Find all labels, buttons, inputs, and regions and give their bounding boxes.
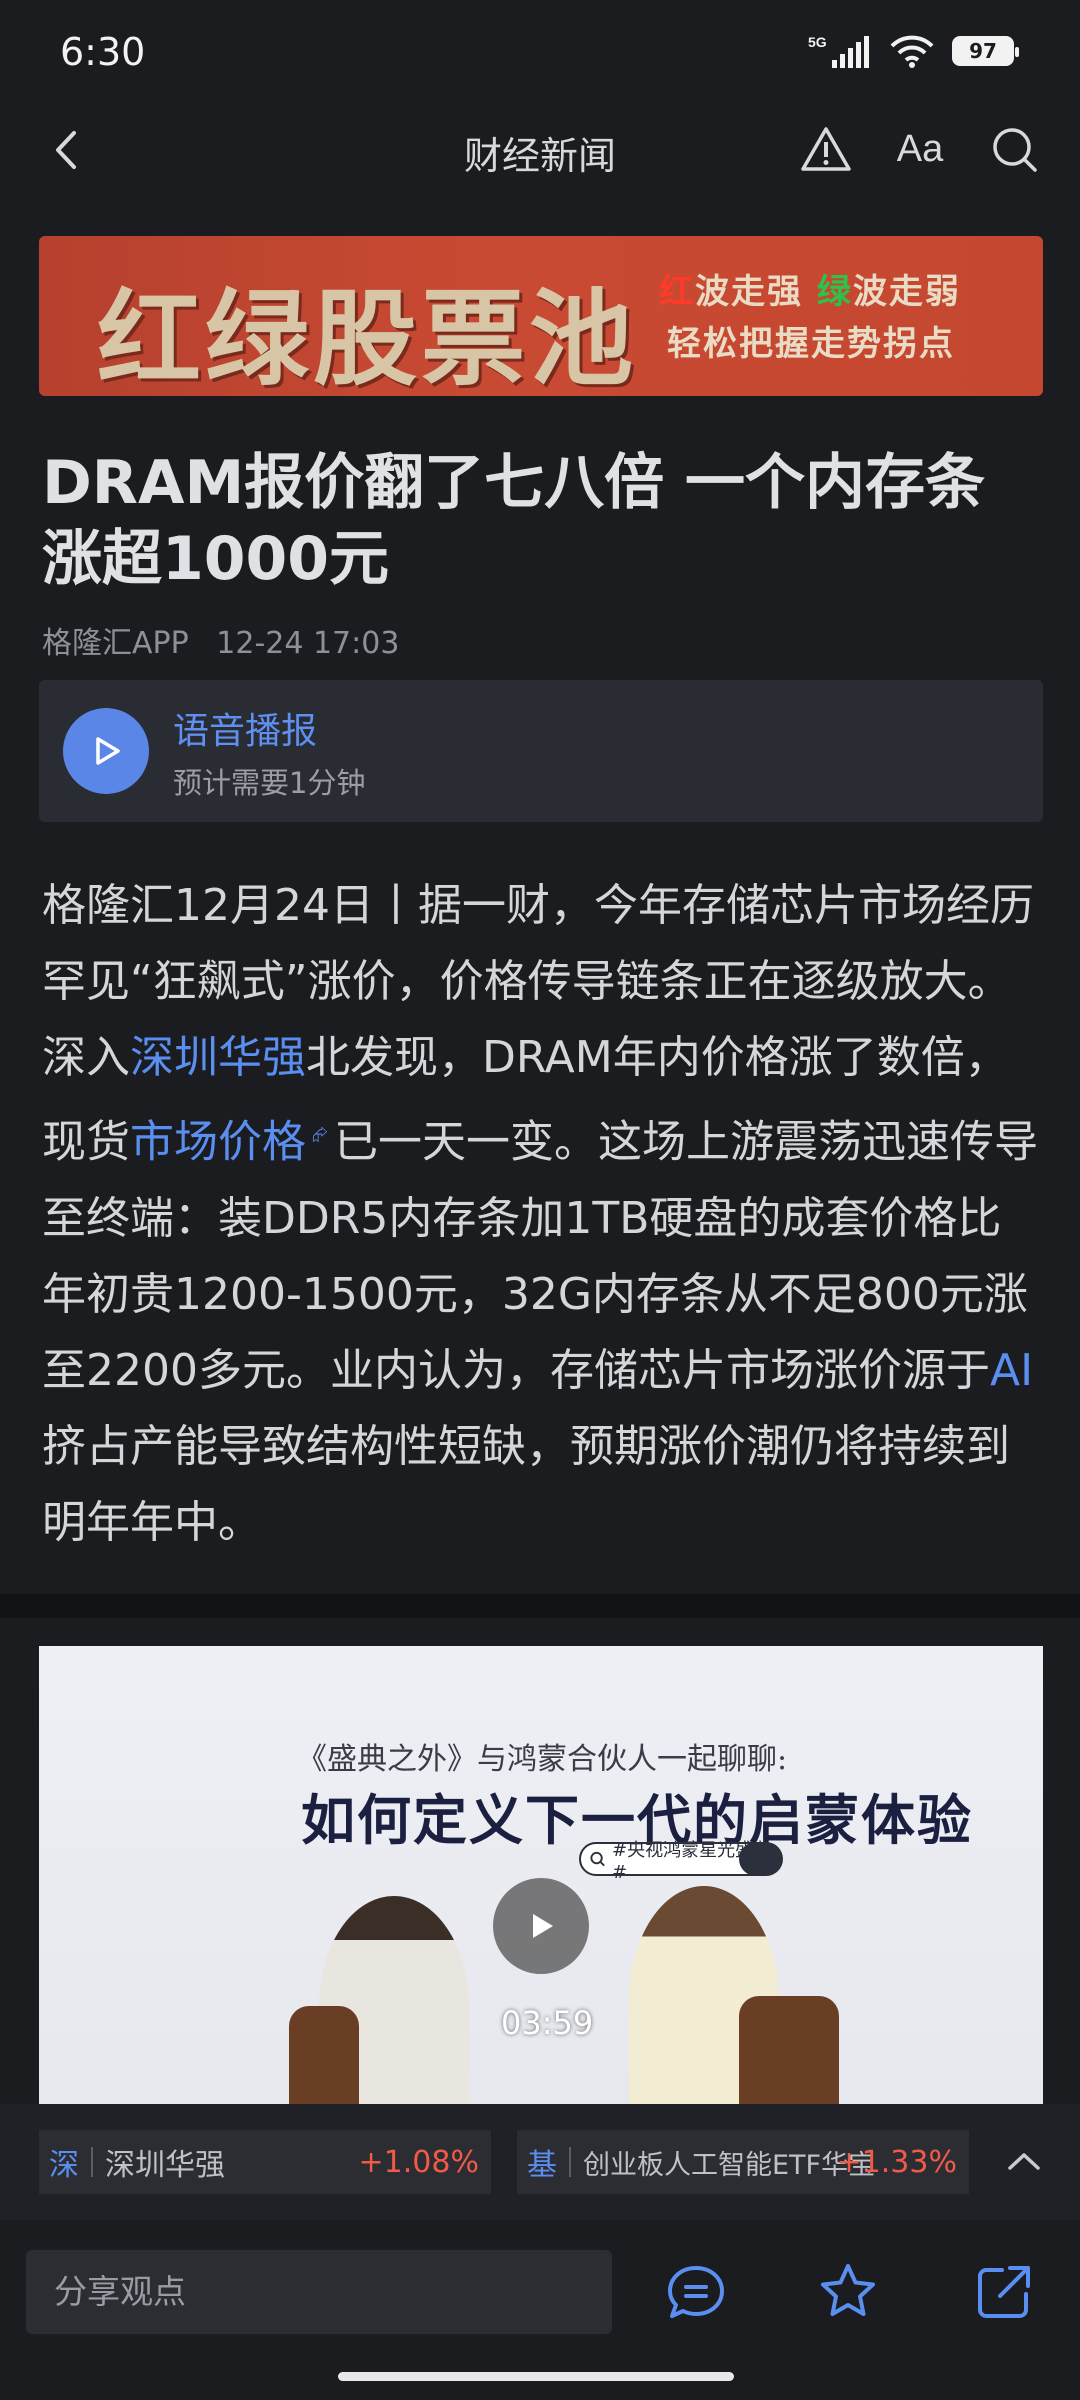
chip-divider — [569, 2147, 571, 2177]
bottom-action-bar: 分享观点 — [0, 2220, 1080, 2360]
video-chair-left — [289, 2006, 359, 2106]
link-marker-icon: ⮳ — [312, 1122, 328, 1146]
video-chair-right — [739, 1996, 839, 2106]
related-stocks-bar: 深 深圳华强 +1.08% 基 创业板人工智能ETF华宝 +1.33% — [0, 2104, 1080, 2220]
share-icon — [978, 2266, 1030, 2318]
article-source: 格隆汇APP — [42, 626, 189, 661]
search-icon — [590, 1851, 605, 1867]
battery-level: 97 — [969, 39, 997, 63]
search-button[interactable] — [986, 121, 1042, 177]
warning-icon — [801, 127, 851, 171]
video-duration: 03:59 — [501, 2004, 594, 2042]
font-size-button[interactable]: Aa — [892, 121, 948, 177]
nav-bar: 财经新闻 Aa — [0, 115, 1080, 185]
video-card[interactable]: 《盛典之外》与鸿蒙合伙人一起聊聊: 如何定义下一代的启蒙体验 #央视鸿蒙星光盛典… — [39, 1646, 1043, 2106]
wifi-icon — [890, 35, 934, 68]
stock-name: 创业板人工智能ETF华宝 — [583, 2149, 876, 2181]
comments-button[interactable] — [664, 2260, 728, 2324]
stock-name: 深圳华强 — [105, 2148, 225, 2183]
keyword-link-market-price[interactable]: 市场价格 — [130, 1117, 306, 1168]
report-button[interactable] — [798, 121, 854, 177]
article-datetime: 12-24 17:03 — [216, 626, 400, 661]
comment-input[interactable]: 分享观点 — [26, 2250, 612, 2334]
stock-market-tag: 基 — [527, 2148, 557, 2183]
stock-market-tag: 深 — [49, 2148, 79, 2183]
play-icon — [96, 737, 120, 765]
weibo-icon — [739, 1842, 783, 1876]
banner-subtitle-2: 轻松把握走势拐点 — [667, 324, 955, 364]
section-divider — [0, 1594, 1080, 1618]
audio-duration: 预计需要1分钟 — [173, 766, 366, 800]
home-indicator[interactable] — [338, 2372, 734, 2381]
body-text-4: 挤占产能导致结构性短缺，预期涨价潮仍将持续到明年年中。 — [42, 1420, 1010, 1548]
audio-play-button[interactable] — [63, 708, 149, 794]
status-time: 6:30 — [60, 30, 146, 74]
status-bar: 6:30 5G 97 — [0, 0, 1080, 115]
article-meta: 格隆汇APP 12-24 17:03 — [42, 618, 399, 662]
article-body: 格隆汇12月24日丨据一财，今年存储芯片市场经历罕见“狂飙式”涨价，价格传导链条… — [42, 868, 1042, 1561]
audio-title: 语音播报 — [173, 711, 318, 752]
stock-change: +1.08% — [358, 2144, 479, 2180]
chip-divider — [91, 2147, 93, 2177]
article-headline: DRAM报价翻了七八倍 一个内存条涨超1000元 — [42, 448, 986, 594]
star-icon — [821, 2264, 875, 2316]
stock-chip-2[interactable]: 基 创业板人工智能ETF华宝 +1.33% — [517, 2130, 969, 2194]
audio-broadcast-card[interactable]: 语音播报 预计需要1分钟 — [39, 680, 1043, 822]
keyword-link-ai[interactable]: AI — [990, 1345, 1033, 1396]
search-icon — [993, 128, 1037, 172]
battery-icon: 97 — [952, 36, 1019, 66]
share-button[interactable] — [972, 2260, 1036, 2324]
video-play-button[interactable] — [493, 1878, 589, 1974]
favorite-button[interactable] — [816, 2260, 880, 2324]
banner-subtitle-1: 红波走强 绿波走弱 — [659, 272, 961, 312]
stock-chip-1[interactable]: 深 深圳华强 +1.08% — [39, 2130, 491, 2194]
chevron-up-icon — [1008, 2153, 1040, 2170]
stock-change: +1.33% — [836, 2144, 957, 2180]
play-icon — [533, 1914, 553, 1938]
banner-title: 红绿股票池 — [97, 277, 638, 396]
video-caption-small: 《盛典之外》与鸿蒙合伙人一起聊聊: — [297, 1742, 788, 1777]
expand-stocks-button[interactable] — [1002, 2140, 1046, 2184]
comment-icon — [668, 2266, 724, 2318]
stock-link-shenzhen-huaqiang[interactable]: 深圳华强 — [130, 1032, 306, 1083]
status-icons: 5G 97 — [808, 34, 1019, 68]
cellular-signal-icon: 5G — [808, 34, 869, 68]
svg-text:5G: 5G — [808, 34, 827, 50]
promo-banner[interactable]: 红绿股票池 红波走强 绿波走弱 轻松把握走势拐点 — [39, 236, 1043, 396]
